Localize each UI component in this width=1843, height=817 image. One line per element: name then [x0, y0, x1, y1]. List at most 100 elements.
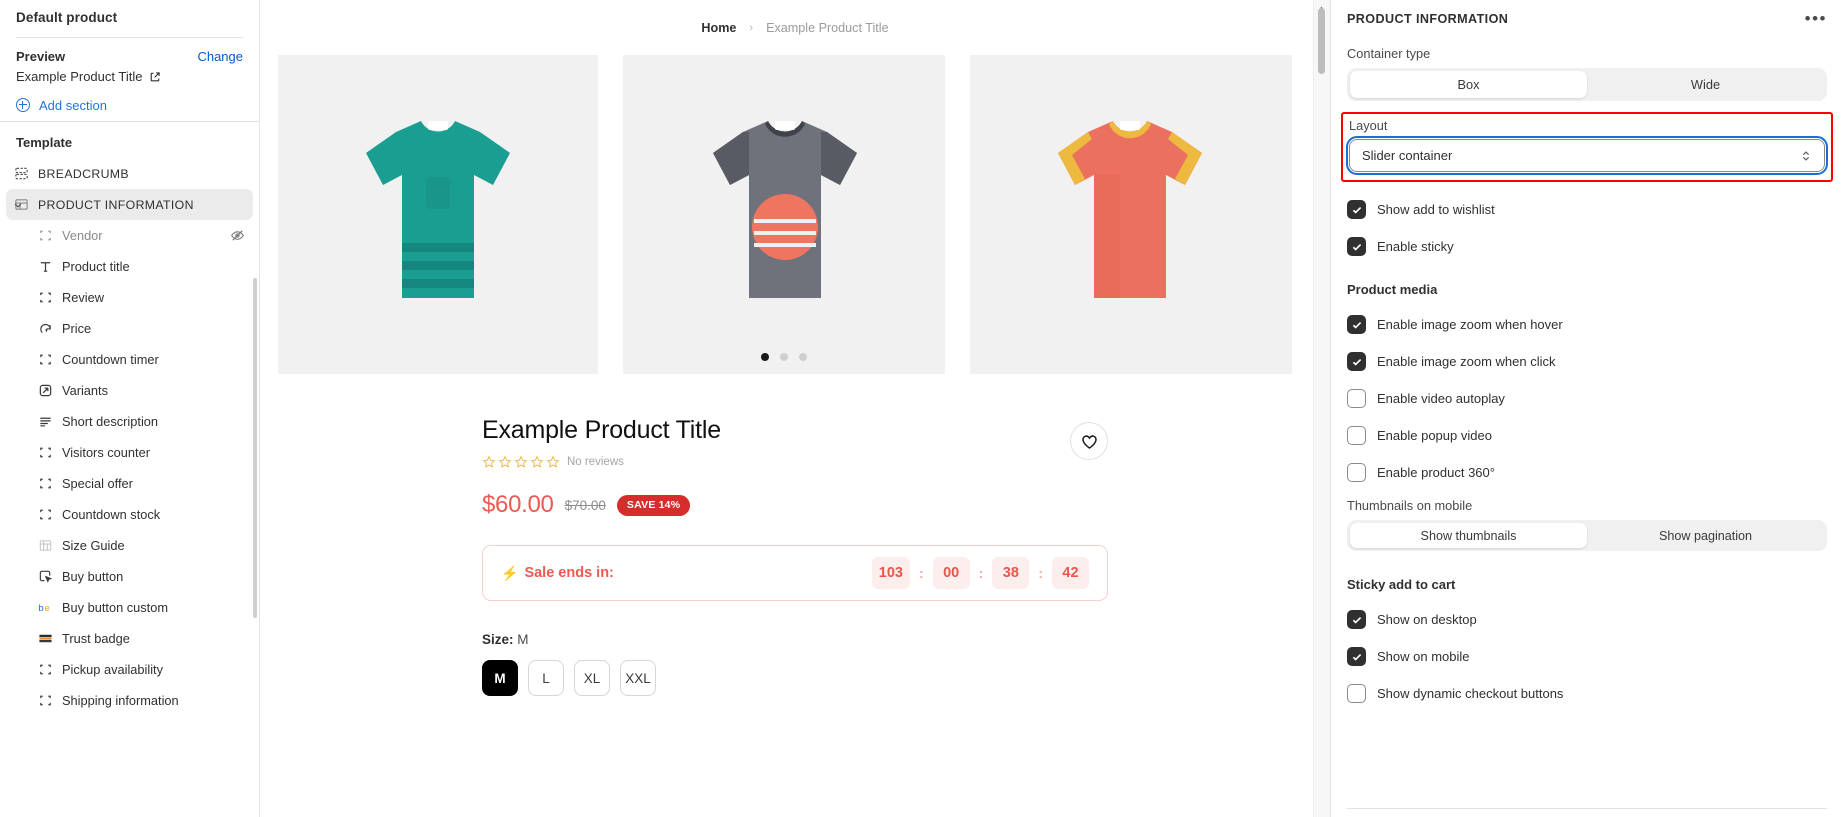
container-type-option-wide[interactable]: Wide — [1587, 71, 1824, 98]
sidebar-item-price[interactable]: Price — [6, 313, 253, 344]
star-rating-icons[interactable] — [482, 455, 560, 469]
checkbox-label: Enable product 360° — [1377, 465, 1495, 480]
add-to-wishlist-button[interactable] — [1070, 422, 1108, 460]
sidebar-item-trust-badge[interactable]: Trust badge — [6, 623, 253, 654]
sidebar-item-shipping-information[interactable]: Shipping information — [6, 685, 253, 716]
product-price: $60.00 — [482, 491, 554, 518]
breadcrumb-home[interactable]: Home — [701, 21, 736, 35]
checkbox-label: Show dynamic checkout buttons — [1377, 686, 1564, 701]
checkbox-show-add-to-wishlist[interactable]: Show add to wishlist — [1347, 200, 1827, 219]
variants-icon — [38, 383, 53, 398]
breadcrumb: Home › Example Product Title — [260, 0, 1330, 55]
gallery-image-3[interactable] — [970, 55, 1292, 374]
price-row: $60.00 $70.00 SAVE 14% — [482, 491, 1330, 519]
thumbnails-option-show-pagination[interactable]: Show pagination — [1587, 523, 1824, 548]
svg-text:e: e — [45, 603, 50, 613]
inspector-panel: PRODUCT INFORMATION ••• Container type B… — [1330, 0, 1843, 817]
size-selected-value: M — [517, 632, 529, 647]
checkbox-show-on-desktop[interactable]: Show on desktop — [1347, 610, 1827, 629]
app-root: Default product Preview Change Example P… — [0, 0, 1843, 817]
container-type-option-box[interactable]: Box — [1350, 71, 1587, 98]
size-label-prefix: Size: — [482, 632, 514, 647]
sidebar-item-special-offer[interactable]: Special offer — [6, 468, 253, 499]
sidebar-item-countdown-timer[interactable]: Countdown timer — [6, 344, 253, 375]
check-icon — [1352, 653, 1361, 661]
size-option-xxl[interactable]: XXL — [620, 660, 656, 696]
sidebar-item-countdown-stock[interactable]: Countdown stock — [6, 499, 253, 530]
buy-custom-icon: b e — [38, 600, 53, 615]
checkbox-enable-sticky[interactable]: Enable sticky — [1347, 237, 1827, 256]
bolt-icon: ⚡ — [501, 564, 519, 581]
check-icon — [1352, 616, 1361, 624]
checkbox-enable-video-autoplay[interactable]: Enable video autoplay — [1347, 389, 1827, 408]
sidebar-item-product-information[interactable]: PRODUCT INFORMATION — [6, 189, 253, 220]
preview-canvas: Home › Example Product Title Example Pro… — [260, 0, 1330, 817]
lines-icon — [38, 414, 53, 429]
star-icon — [514, 455, 528, 468]
sidebar-item-review[interactable]: Review — [6, 282, 253, 313]
placeholder-block-icon — [38, 693, 53, 708]
size-option-l[interactable]: L — [528, 660, 564, 696]
size-option-m[interactable]: M — [482, 660, 518, 696]
sidebar-scrollbar[interactable] — [253, 278, 257, 618]
product-gallery — [260, 55, 1330, 374]
sidebar-item-product-title[interactable]: Product title — [6, 251, 253, 282]
star-icon — [498, 455, 512, 468]
gallery-dot-2[interactable] — [780, 353, 788, 361]
trust-badge-icon — [38, 631, 53, 646]
placeholder-block-icon — [38, 228, 53, 243]
sidebar-item-size-guide[interactable]: Size Guide — [6, 530, 253, 561]
preview-product-name: Example Product Title — [16, 69, 143, 84]
sidebar-item-pickup-availability[interactable]: Pickup availability — [6, 654, 253, 685]
sidebar-item-vendor[interactable]: Vendor — [6, 220, 253, 251]
sidebar-item-label: Variants — [62, 383, 108, 398]
checkbox-show-dynamic-checkout-buttons[interactable]: Show dynamic checkout buttons — [1347, 684, 1827, 703]
product-rating: No reviews — [482, 455, 1330, 469]
add-section-button[interactable]: Add section — [0, 95, 259, 115]
sidebar-item-label: Price — [62, 321, 92, 336]
star-icon — [546, 455, 560, 468]
checkbox-enable-popup-video[interactable]: Enable popup video — [1347, 426, 1827, 445]
checkbox-show-on-mobile[interactable]: Show on mobile — [1347, 647, 1827, 666]
layout-select[interactable]: Slider container — [1346, 136, 1828, 175]
placeholder-block-icon — [38, 445, 53, 460]
sidebar-item-variants[interactable]: Variants — [6, 375, 253, 406]
gallery-dot-3[interactable] — [799, 353, 807, 361]
sidebar-item-label: Size Guide — [62, 538, 125, 553]
sidebar-item-label: Buy button — [62, 569, 124, 584]
scroll-up-arrow-icon[interactable] — [1317, 0, 1326, 12]
sidebar-item-buy-button-custom[interactable]: b e Buy button custom — [6, 592, 253, 623]
sidebar-item-breadcrumb[interactable]: BREADCRUMB — [6, 158, 253, 189]
sidebar-item-short-description[interactable]: Short description — [6, 406, 253, 437]
layout-select-value: Slider container — [1362, 148, 1453, 163]
reviews-count-label: No reviews — [567, 456, 624, 468]
gallery-dot-1[interactable] — [761, 353, 769, 361]
thumbnails-segmented-control: Show thumbnails Show pagination — [1347, 520, 1827, 551]
sale-ends-label: Sale ends in: — [524, 565, 614, 581]
preview-scrollbar-thumb[interactable] — [1318, 8, 1325, 74]
sidebar-item-buy-button[interactable]: Buy button — [6, 561, 253, 592]
countdown-seconds: 38 — [992, 557, 1030, 589]
preview-label: Preview — [16, 49, 66, 64]
preview-block: Preview Change Example Product Title — [0, 38, 259, 93]
hidden-eye-icon[interactable] — [230, 228, 245, 243]
checkbox-box — [1347, 352, 1366, 371]
checkbox-box — [1347, 684, 1366, 703]
checkbox-enable-image-zoom-click[interactable]: Enable image zoom when click — [1347, 352, 1827, 371]
gallery-image-2[interactable] — [623, 55, 945, 374]
size-option-xl[interactable]: XL — [574, 660, 610, 696]
preview-change-link[interactable]: Change — [197, 49, 243, 64]
tshirt-red-image — [1058, 121, 1202, 298]
checkbox-enable-image-zoom-hover[interactable]: Enable image zoom when hover — [1347, 315, 1827, 334]
checkbox-enable-product-360[interactable]: Enable product 360° — [1347, 463, 1827, 482]
sticky-add-to-cart-heading: Sticky add to cart — [1347, 577, 1456, 592]
more-options-icon[interactable]: ••• — [1805, 10, 1827, 27]
sidebar-item-label: Special offer — [62, 476, 133, 491]
sidebar-item-visitors-counter[interactable]: Visitors counter — [6, 437, 253, 468]
gallery-image-1[interactable] — [278, 55, 598, 374]
chevron-down-icon[interactable] — [12, 199, 24, 211]
preview-product-row[interactable]: Example Product Title — [16, 69, 243, 84]
thumbnails-option-show-thumbnails[interactable]: Show thumbnails — [1350, 523, 1587, 548]
sidebar-item-label: BREADCRUMB — [38, 166, 129, 181]
countdown-separator: : — [918, 565, 924, 581]
